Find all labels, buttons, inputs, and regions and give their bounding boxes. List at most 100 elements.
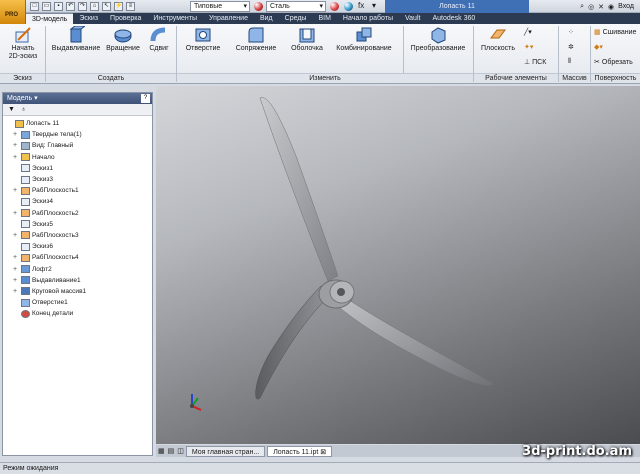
coordinate-axes-icon	[190, 394, 202, 411]
expand-icon[interactable]: +	[13, 152, 21, 163]
tab-10[interactable]: Autodesk 360	[426, 13, 481, 24]
tree-node[interactable]: + Выдавливание1	[7, 275, 152, 286]
tab-0[interactable]: 3D-модель	[26, 13, 74, 24]
sweep-button[interactable]: Сдвиг	[146, 26, 172, 53]
tree-node[interactable]: + РабПлоскость2	[7, 208, 152, 219]
user-icon[interactable]: ◉	[608, 3, 614, 11]
expand-icon[interactable]: +	[13, 264, 21, 275]
axis-row[interactable]: ╱▾	[524, 28, 532, 36]
tab-part-file[interactable]: Лопасть 11.ipt ⊠	[267, 445, 333, 457]
expand-icon[interactable]: +	[13, 275, 21, 286]
exchange-icon[interactable]: ✕	[598, 3, 604, 11]
rectangular-pattern-button[interactable]: ⁘	[568, 28, 574, 36]
update-icon[interactable]: ⚡	[114, 2, 123, 11]
browser-header[interactable]: Модель ▾ ?	[3, 93, 152, 104]
start-2d-sketch-button[interactable]: Начать 2D-эскиз	[4, 26, 42, 61]
style-dropdown[interactable]: Типовые ▾	[190, 1, 250, 12]
circular-pattern-button[interactable]: ✲	[568, 43, 574, 51]
trim-icon: ✂	[594, 59, 600, 66]
tab-1[interactable]: Эскиз	[73, 13, 104, 24]
redo-icon[interactable]: ↷	[78, 2, 87, 11]
tab-8[interactable]: Начало работы	[337, 13, 399, 24]
tree-node[interactable]: Лопасть 11	[7, 118, 152, 129]
chevron-down-icon: ▾	[243, 3, 247, 10]
expand-icon[interactable]: +	[13, 129, 21, 140]
close-icon[interactable]: ⊠	[320, 449, 326, 456]
arrange-icon[interactable]: ◫	[177, 447, 184, 455]
tree-node[interactable]: + Вид: Главный	[7, 140, 152, 151]
title-bar-right: ⌕ ◎ ✕ ◉ Вход	[580, 1, 634, 12]
tree-node[interactable]: + Круговой массив1	[7, 286, 152, 297]
extrude-button[interactable]: Выдавливание	[50, 25, 102, 53]
tree-node-icon	[21, 287, 30, 296]
tile-view-icon[interactable]: ▦	[158, 447, 165, 455]
save-icon[interactable]: ▪	[54, 2, 63, 11]
tree-node[interactable]: Эскиз6	[7, 241, 152, 252]
tree-node[interactable]: + РабПлоскость3	[7, 230, 152, 241]
view-cube-area[interactable]	[594, 90, 634, 130]
cascade-icon[interactable]: ▤	[168, 447, 175, 455]
clear-override-icon[interactable]	[344, 2, 353, 11]
search-icon[interactable]: ⌕	[580, 3, 584, 11]
tab-9[interactable]: Vault	[399, 13, 426, 24]
properties-icon[interactable]: ≡	[126, 2, 135, 11]
tree-node[interactable]: + Лофт2	[7, 263, 152, 274]
expand-icon[interactable]: +	[13, 208, 21, 219]
binoculars-icon[interactable]: ♁	[21, 106, 26, 113]
tab-5[interactable]: Вид	[254, 13, 279, 24]
expand-icon[interactable]: +	[13, 286, 21, 297]
open-folder-icon[interactable]: ▭	[42, 2, 51, 11]
stitch-button[interactable]: ▦ Сшивание	[594, 28, 636, 37]
combine-button[interactable]: Комбинирование	[334, 26, 394, 53]
plane-button[interactable]: Плоскость	[476, 26, 520, 53]
appearance-icon[interactable]	[330, 2, 339, 11]
select-arrow-icon[interactable]: ↖	[102, 2, 111, 11]
revolve-button[interactable]: Вращение	[104, 26, 142, 53]
ucs-label: ПСК	[532, 58, 547, 66]
expand-icon[interactable]: +	[13, 185, 21, 196]
application-menu-button[interactable]: РRO	[0, 0, 26, 24]
tree-node[interactable]: Эскиз3	[7, 174, 152, 185]
tab-7[interactable]: BIM	[312, 13, 336, 24]
tree-node-icon	[21, 276, 30, 285]
home-icon[interactable]: ⌂	[90, 2, 99, 11]
point-row[interactable]: ✦▾	[524, 43, 533, 51]
expand-icon[interactable]: +	[13, 230, 21, 241]
binoculars-icon[interactable]: ◎	[588, 3, 594, 11]
style-dropdown-value: Типовые	[194, 3, 223, 10]
color-sphere-icon[interactable]	[254, 2, 263, 11]
filter-icon[interactable]: ▼	[8, 106, 15, 113]
tree-node[interactable]: Конец детали	[7, 308, 152, 319]
tree-node[interactable]: Эскиз5	[7, 219, 152, 230]
tab-6[interactable]: Среды	[279, 13, 313, 24]
mirror-button[interactable]: ⫴	[568, 58, 571, 66]
material-dropdown[interactable]: Сталь ▾	[266, 1, 326, 12]
tree-node[interactable]: Эскиз1	[7, 163, 152, 174]
ucs-button[interactable]: ⊥ ПСК	[524, 58, 547, 67]
formula-icon[interactable]: fx	[358, 1, 364, 10]
new-file-icon[interactable]: □	[30, 2, 39, 11]
hole-button[interactable]: Отверстие	[182, 26, 224, 53]
login-link[interactable]: Вход	[618, 3, 634, 10]
tree-node[interactable]: Эскиз4	[7, 196, 152, 207]
measure-icon[interactable]: ▾	[372, 1, 376, 10]
tree-node[interactable]: + РабПлоскость1	[7, 185, 152, 196]
expand-icon[interactable]: +	[13, 252, 21, 263]
tab-3[interactable]: Инструменты	[147, 13, 203, 24]
undo-icon[interactable]: ↶	[66, 2, 75, 11]
tab-2[interactable]: Проверка	[104, 13, 147, 24]
fillet-button[interactable]: Сопряжение	[232, 26, 280, 53]
shell-button[interactable]: Оболочка	[288, 26, 326, 53]
tree-node[interactable]: + Начало	[7, 152, 152, 163]
trim-button[interactable]: ✂ Обрезать	[594, 58, 633, 67]
transform-button[interactable]: Преобразование	[406, 26, 470, 53]
patch-button[interactable]: ◆▾	[594, 43, 603, 51]
tree-node[interactable]: Отверстие1	[7, 297, 152, 308]
tree-node[interactable]: + РабПлоскость4	[7, 252, 152, 263]
tab-home-page[interactable]: Моя главная стран...	[185, 445, 266, 457]
graphics-viewport[interactable]	[156, 86, 640, 444]
expand-icon[interactable]: +	[13, 140, 21, 151]
tab-4[interactable]: Управление	[203, 13, 254, 24]
tree-node[interactable]: + Твердые тела(1)	[7, 129, 152, 140]
help-icon[interactable]: ?	[141, 94, 150, 103]
